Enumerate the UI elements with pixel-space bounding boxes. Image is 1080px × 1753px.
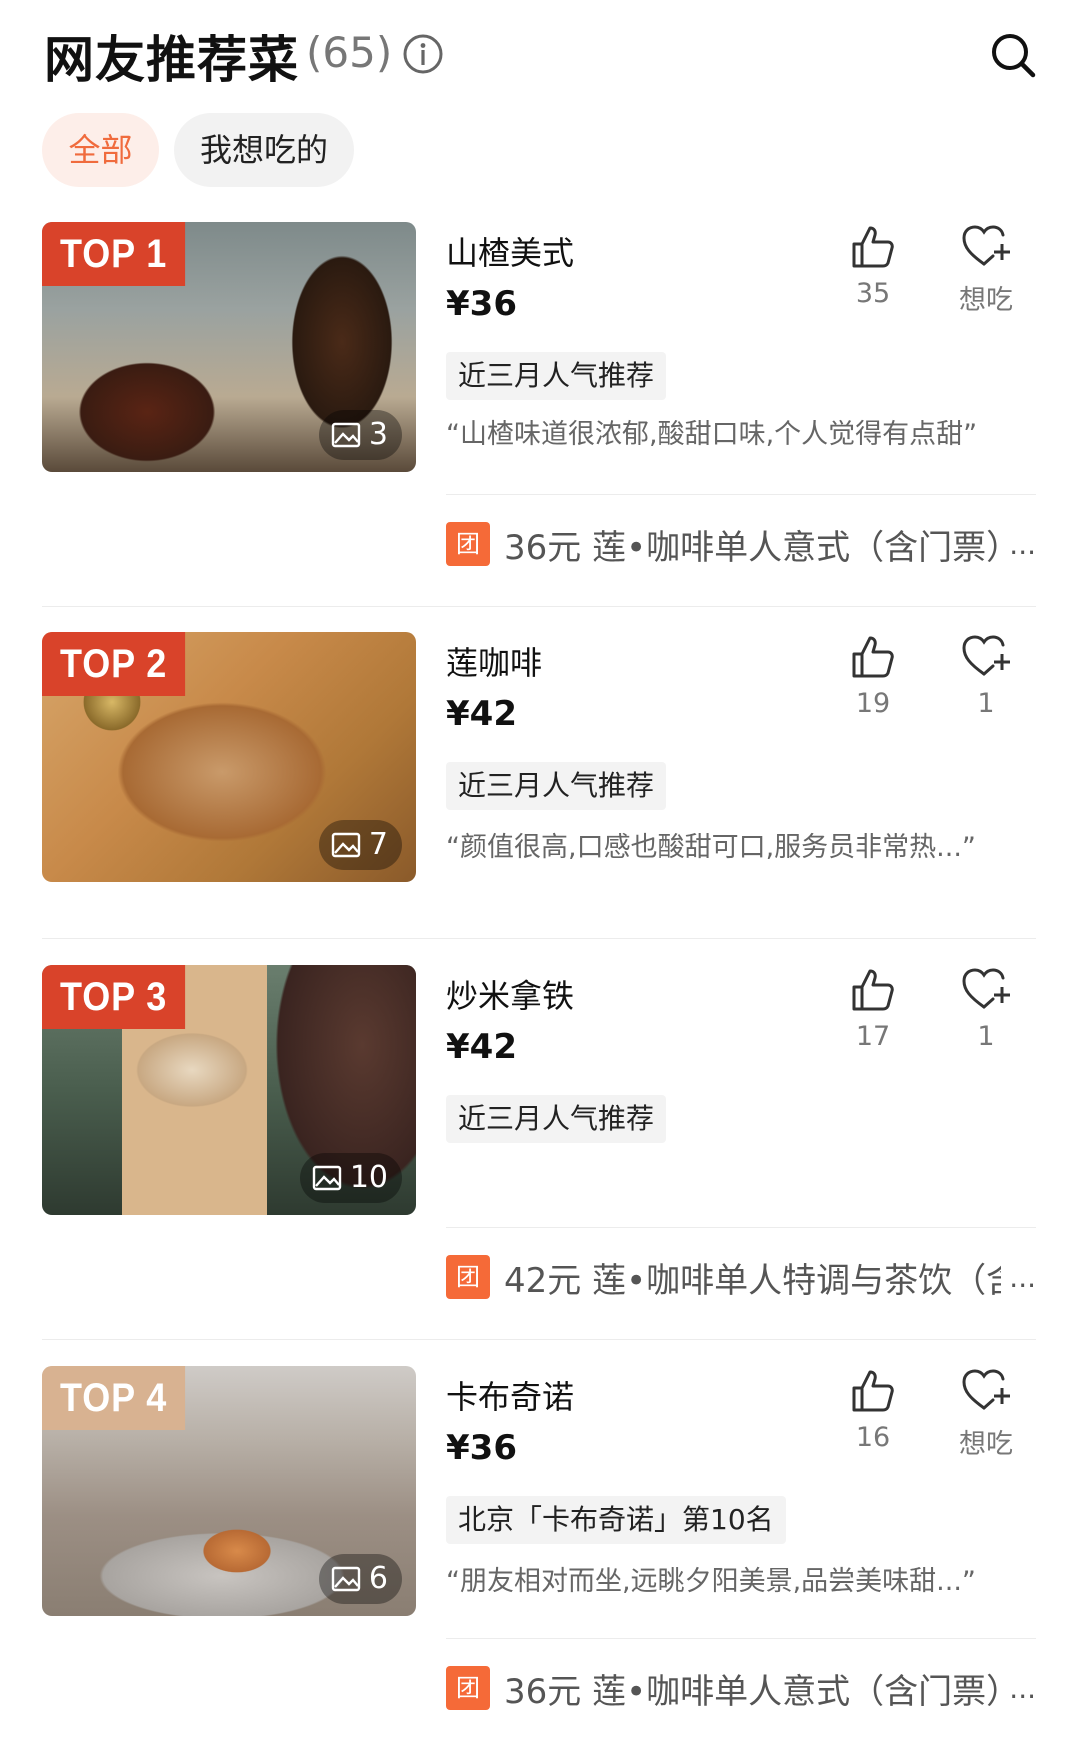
heart-plus-icon[interactable]: [960, 632, 1012, 682]
rank-badge: TOP 2: [42, 632, 186, 696]
image-icon: [312, 1165, 342, 1191]
thumbs-up-icon[interactable]: [848, 222, 898, 272]
header: 网友推荐菜 (65): [0, 0, 1080, 110]
card-divider: [42, 938, 1036, 939]
dish-card-1[interactable]: TOP 1 3 山楂美式 ¥36 近三月人气推荐 “山楂味道很浓郁,酸甜口味,个…: [0, 222, 1080, 607]
group-deal[interactable]: 团 36元 莲•咖啡单人意式（含门票） ...: [446, 1662, 1036, 1714]
dish-photo[interactable]: TOP 3 10: [42, 965, 416, 1215]
want-count: 想吃: [959, 1429, 1013, 1460]
dish-name: 炒米拿铁: [446, 977, 575, 1015]
dish-photo[interactable]: TOP 2 7: [42, 632, 416, 882]
divider: [446, 1227, 1036, 1228]
thumbs-up-icon[interactable]: [848, 965, 898, 1015]
group-deal[interactable]: 团 42元 莲•咖啡单人特调与茶饮（含 ...: [446, 1251, 1036, 1303]
group-deal-text: 36元 莲•咖啡单人意式（含门票）: [504, 527, 1002, 568]
dish-price: ¥36: [446, 284, 517, 324]
group-deal-badge: 团: [446, 1255, 490, 1299]
photo-count-badge: 7: [318, 820, 402, 870]
photo-count: 6: [368, 1561, 388, 1596]
dish-card-3[interactable]: TOP 3 10 炒米拿铁 ¥42 近三月人气推荐 17 1 团 42元 莲•咖…: [0, 965, 1080, 1330]
deal-ellipsis: ...: [1009, 1671, 1036, 1705]
image-icon: [331, 1566, 361, 1592]
like-count: 35: [855, 278, 891, 309]
dish-card-4[interactable]: TOP 4 6 卡布奇诺 ¥36 北京「卡布奇诺」第10名 “朋友相对而坐,远眺…: [0, 1366, 1080, 1751]
dish-tag: 近三月人气推荐: [446, 1095, 667, 1143]
divider: [446, 1638, 1036, 1639]
group-deal-text: 36元 莲•咖啡单人意式（含门票）: [504, 1671, 1002, 1712]
photo-count-badge: 10: [299, 1153, 402, 1203]
want-count: 想吃: [959, 285, 1013, 316]
photo-count: 7: [368, 827, 388, 862]
like-count: 19: [855, 688, 891, 719]
group-deal-text: 42元 莲•咖啡单人特调与茶饮（含: [504, 1260, 1002, 1301]
rank-badge: TOP 3: [42, 965, 186, 1029]
image-icon: [331, 832, 361, 858]
dish-price: ¥42: [446, 1027, 517, 1067]
dish-name: 山楂美式: [446, 234, 575, 272]
like-count: 16: [855, 1422, 891, 1453]
dish-tag: 近三月人气推荐: [446, 352, 667, 400]
heart-plus-icon[interactable]: [960, 965, 1012, 1015]
card-divider: [42, 1339, 1036, 1340]
page-title: 网友推荐菜: [44, 31, 299, 89]
group-deal-badge: 团: [446, 522, 490, 566]
photo-count-badge: 3: [318, 410, 402, 460]
like-count: 17: [855, 1021, 891, 1052]
rank-badge: TOP 1: [42, 222, 186, 286]
dish-count: (65): [306, 28, 393, 77]
dish-name: 卡布奇诺: [446, 1378, 575, 1416]
dish-price: ¥36: [446, 1428, 517, 1468]
photo-count: 10: [349, 1160, 388, 1195]
rank-badge: TOP 4: [42, 1366, 186, 1430]
photo-count: 3: [368, 417, 388, 452]
deal-ellipsis: ...: [1009, 1260, 1036, 1294]
dish-tag: 北京「卡布奇诺」第10名: [446, 1496, 786, 1544]
divider: [446, 494, 1036, 495]
dish-card-2[interactable]: TOP 2 7 莲咖啡 ¥42 近三月人气推荐 “颜值很高,口感也酸甜可口,服务…: [0, 632, 1080, 932]
heart-plus-icon[interactable]: [960, 222, 1012, 272]
group-deal[interactable]: 团 36元 莲•咖啡单人意式（含门票） ...: [446, 518, 1036, 570]
dish-tag: 近三月人气推荐: [446, 762, 667, 810]
image-icon: [331, 422, 361, 448]
dish-photo[interactable]: TOP 1 3: [42, 222, 416, 472]
card-divider: [42, 606, 1036, 607]
review-quote: “颜值很高,口感也酸甜可口,服务员非常热...”: [446, 832, 976, 863]
review-quote: “山楂味道很浓郁,酸甜口味,个人觉得有点甜”: [446, 419, 978, 450]
review-quote: “朋友相对而坐,远眺夕阳美景,品尝美味甜...”: [446, 1566, 976, 1597]
deal-ellipsis: ...: [1009, 527, 1036, 561]
want-count: 1: [977, 688, 995, 719]
thumbs-up-icon[interactable]: [848, 1366, 898, 1416]
thumbs-up-icon[interactable]: [848, 632, 898, 682]
dish-photo[interactable]: TOP 4 6: [42, 1366, 416, 1616]
dish-name: 莲咖啡: [446, 644, 543, 682]
filter-all-chip[interactable]: 全部: [42, 113, 159, 187]
dish-price: ¥42: [446, 694, 517, 734]
want-count: 1: [977, 1021, 995, 1052]
heart-plus-icon[interactable]: [960, 1366, 1012, 1416]
search-icon[interactable]: [988, 30, 1038, 80]
filter-want-chip[interactable]: 我想吃的: [174, 113, 354, 187]
info-circle-icon[interactable]: [402, 33, 444, 75]
photo-count-badge: 6: [318, 1554, 402, 1604]
group-deal-badge: 团: [446, 1666, 490, 1710]
